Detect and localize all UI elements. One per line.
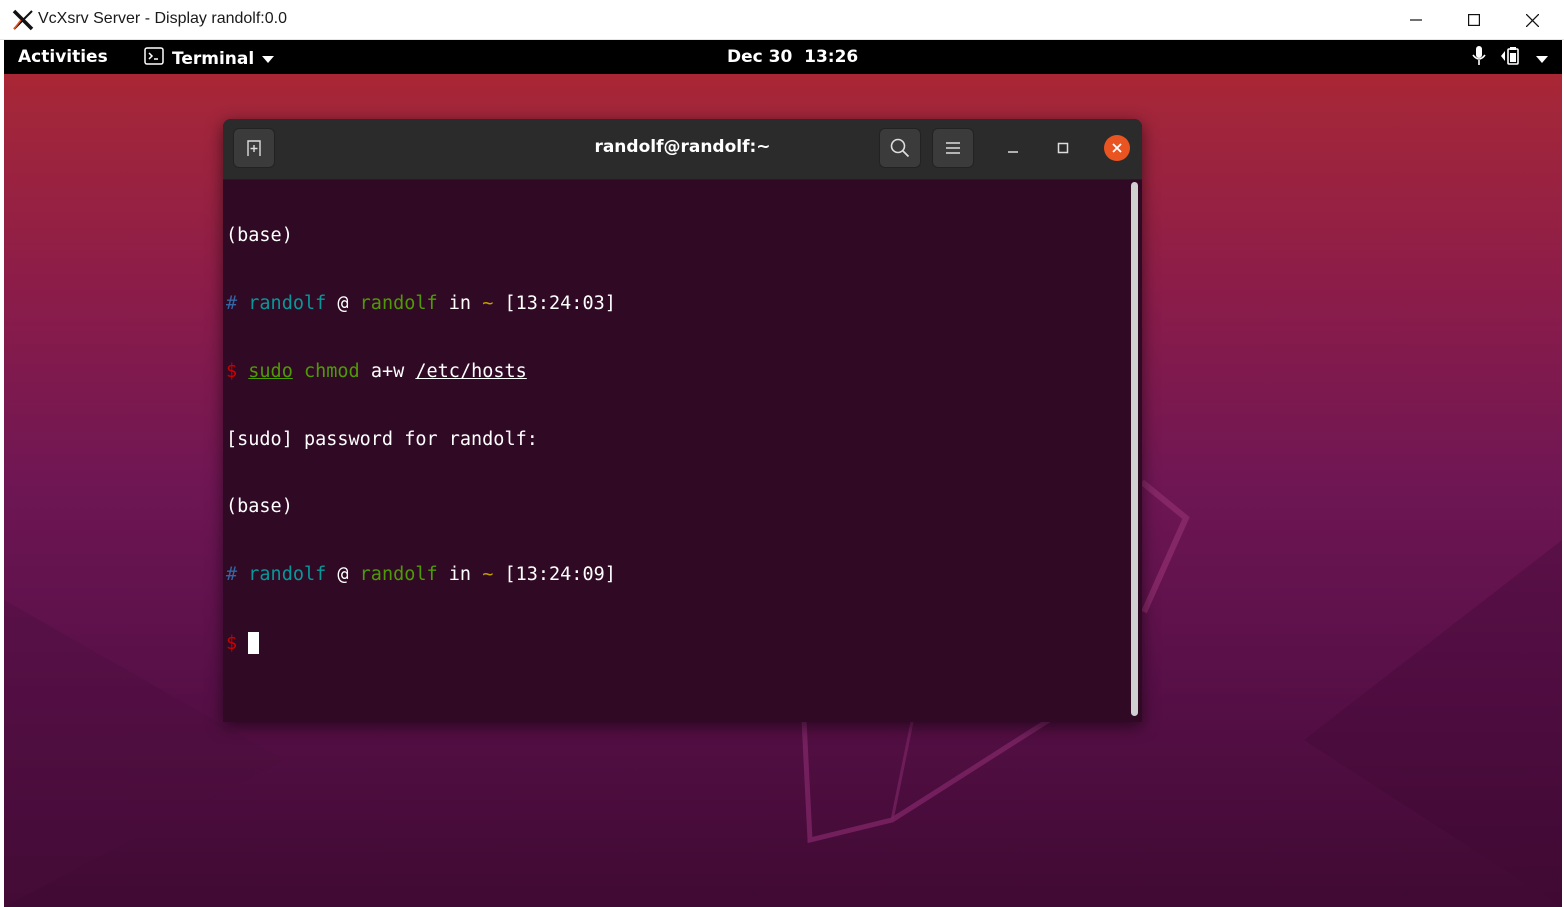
host-maximize-button[interactable] bbox=[1445, 0, 1503, 40]
terminal-line: [sudo] password for randolf: bbox=[226, 429, 1126, 452]
prompt-host: randolf bbox=[359, 292, 438, 314]
prompt-user: randolf bbox=[248, 564, 327, 586]
terminal-scrollbar[interactable] bbox=[1131, 182, 1138, 716]
terminal-maximize-button[interactable] bbox=[1050, 135, 1076, 161]
minimize-icon bbox=[1008, 151, 1018, 153]
prompt-at: @ bbox=[337, 292, 349, 314]
prompt-time: [13:24:09] bbox=[504, 564, 616, 586]
terminal-prompt-line: # randolf @ randolf in ~ [13:24:03] bbox=[226, 293, 1126, 316]
minimize-icon bbox=[1410, 19, 1422, 21]
prompt-dollar: $ bbox=[226, 632, 238, 654]
network-icon bbox=[1500, 46, 1522, 71]
gnome-top-bar: Activities Terminal Dec 30 13:26 bbox=[4, 40, 1562, 74]
host-minimize-button[interactable] bbox=[1387, 0, 1445, 40]
chevron-down-icon bbox=[262, 49, 275, 69]
close-icon bbox=[1112, 143, 1122, 153]
terminal-line: (base) bbox=[226, 225, 1126, 248]
app-menu-label: Terminal bbox=[172, 48, 255, 69]
terminal-minimize-button[interactable] bbox=[1000, 135, 1026, 161]
terminal-headerbar[interactable]: randolf@randolf:~ bbox=[223, 119, 1142, 180]
text-cursor bbox=[248, 631, 260, 654]
system-tray[interactable] bbox=[1472, 46, 1548, 71]
terminal-output[interactable]: (base) # randolf @ randolf in ~ [13:24:0… bbox=[226, 180, 1126, 720]
host-window-titlebar: VcXsrv Server - Display randolf:0.0 bbox=[0, 0, 1564, 40]
conda-env-label: (base) bbox=[226, 496, 293, 518]
cmd-chmod: chmod bbox=[303, 360, 360, 382]
prompt-in: in bbox=[448, 292, 472, 314]
terminal-window[interactable]: randolf@randolf:~ (base) # randolf @ ran… bbox=[223, 119, 1142, 722]
microphone-icon bbox=[1472, 46, 1486, 71]
prompt-at: @ bbox=[337, 564, 349, 586]
search-button[interactable] bbox=[879, 128, 921, 168]
prompt-dollar: $ bbox=[226, 360, 238, 382]
maximize-icon bbox=[1468, 14, 1480, 26]
close-icon bbox=[1525, 13, 1539, 27]
cmd-sudo: sudo bbox=[248, 360, 293, 382]
activities-button[interactable]: Activities bbox=[18, 47, 108, 67]
prompt-user: randolf bbox=[248, 292, 327, 314]
terminal-close-button[interactable] bbox=[1104, 135, 1130, 161]
hamburger-menu-button[interactable] bbox=[932, 128, 974, 168]
prompt-dir: ~ bbox=[482, 292, 494, 314]
terminal-input-line[interactable]: $ bbox=[226, 631, 1126, 655]
host-close-button[interactable] bbox=[1503, 0, 1561, 40]
sudo-password-prompt: [sudo] password for randolf: bbox=[226, 428, 538, 450]
prompt-dir: ~ bbox=[482, 564, 494, 586]
clock[interactable]: Dec 30 13:26 bbox=[727, 47, 858, 67]
cmd-args: a+w bbox=[370, 360, 405, 382]
terminal-app-icon bbox=[144, 47, 164, 70]
hamburger-icon bbox=[946, 142, 960, 154]
terminal-command-line: $ sudo chmod a+w /etc/hosts bbox=[226, 361, 1126, 384]
maximize-icon bbox=[1057, 142, 1069, 154]
desktop: Activities Terminal Dec 30 13:26 randolf… bbox=[4, 40, 1562, 907]
x-logo-icon bbox=[12, 9, 34, 31]
prompt-hash: # bbox=[226, 292, 238, 314]
host-window-title: VcXsrv Server - Display randolf:0.0 bbox=[38, 10, 287, 27]
chevron-down-icon bbox=[1536, 49, 1548, 69]
conda-env-label: (base) bbox=[226, 225, 293, 247]
prompt-in: in bbox=[448, 564, 472, 586]
cmd-path: /etc/hosts bbox=[415, 360, 527, 382]
terminal-line: (base) bbox=[226, 496, 1126, 519]
prompt-hash: # bbox=[226, 564, 238, 586]
prompt-time: [13:24:03] bbox=[504, 292, 616, 314]
terminal-prompt-line: # randolf @ randolf in ~ [13:24:09] bbox=[226, 564, 1126, 587]
search-icon bbox=[890, 138, 910, 158]
app-menu-terminal[interactable]: Terminal bbox=[144, 47, 275, 70]
prompt-host: randolf bbox=[359, 564, 438, 586]
